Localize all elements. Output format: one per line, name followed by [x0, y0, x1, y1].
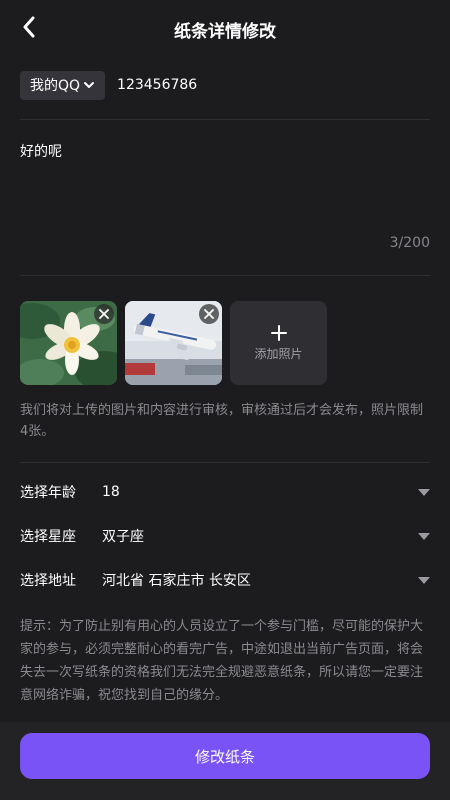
plus-icon — [270, 324, 287, 341]
address-label: 选择地址 — [20, 573, 76, 589]
photo-list: 添加照片 — [20, 301, 327, 385]
dropdown-arrow-icon — [418, 532, 430, 540]
dropdown-arrow-icon — [418, 488, 430, 496]
zodiac-select-row[interactable]: 选择星座 双子座 — [20, 523, 430, 549]
contact-row: 我的QQ 123456786 — [20, 70, 430, 100]
address-value: 河北省 石家庄市 长安区 — [102, 573, 251, 589]
upload-notice: 我们将对上传的图片和内容进行审核，审核通过后才会发布，照片限制4张。 — [20, 403, 424, 439]
chevron-down-icon — [84, 82, 95, 88]
close-icon — [204, 309, 214, 319]
submit-button[interactable]: 修改纸条 — [20, 733, 430, 779]
age-label: 选择年龄 — [20, 485, 76, 501]
contact-type-label: 我的QQ — [30, 78, 81, 94]
contact-type-select[interactable]: 我的QQ — [20, 70, 106, 100]
remove-photo-button[interactable] — [199, 304, 219, 324]
zodiac-value: 双子座 — [102, 529, 144, 545]
photo-thumbnail-lotus[interactable] — [20, 301, 117, 385]
age-select-row[interactable]: 选择年龄 18 — [20, 479, 430, 505]
add-photo-button[interactable]: 添加照片 — [230, 301, 327, 385]
header: 纸条详情修改 — [0, 0, 450, 58]
back-button[interactable] — [14, 12, 44, 42]
remove-photo-button[interactable] — [94, 304, 114, 324]
photo-thumbnail-airplane[interactable] — [125, 301, 222, 385]
divider — [20, 119, 430, 120]
contact-input[interactable]: 123456786 — [117, 77, 197, 93]
add-photo-label: 添加照片 — [254, 346, 303, 361]
message-textarea[interactable]: 好的呢 — [20, 141, 62, 161]
chevron-left-icon — [23, 16, 35, 38]
char-count: 3/200 — [389, 235, 430, 251]
age-value: 18 — [102, 484, 120, 500]
close-icon — [99, 309, 109, 319]
zodiac-label: 选择星座 — [20, 529, 76, 545]
divider — [20, 275, 430, 276]
tip-text: 提示：为了防止别有用心的人员设立了一个参与门槛，尽可能的保护大家的参与，必须完整… — [20, 619, 424, 703]
address-select-row[interactable]: 选择地址 河北省 石家庄市 长安区 — [20, 567, 430, 593]
dropdown-arrow-icon — [418, 576, 430, 584]
page-title: 纸条详情修改 — [174, 21, 276, 42]
divider — [20, 462, 430, 463]
